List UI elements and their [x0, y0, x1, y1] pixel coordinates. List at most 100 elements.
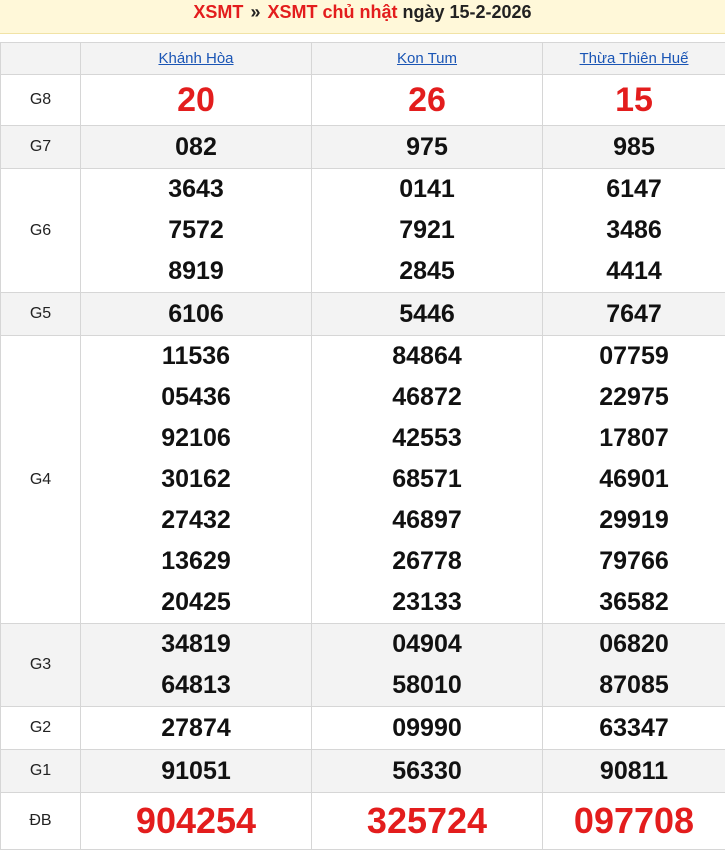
prize-number: 7572 [168, 216, 224, 244]
prize-number: 34819 [161, 630, 231, 658]
prize-number: 904254 [135, 800, 257, 841]
prize-cell: 63347 [542, 706, 725, 750]
prize-number: 06820 [599, 630, 669, 658]
prize-number: 4414 [606, 257, 662, 285]
prize-cell: 904254 [80, 792, 312, 850]
prize-cell: 06820 87085 [542, 623, 725, 707]
prize-cell: 34819 64813 [80, 623, 312, 707]
prize-number: 90811 [599, 756, 669, 785]
prize-row: G2 27874 09990 63347 [0, 706, 725, 750]
prize-number: 7921 [399, 216, 455, 244]
prize-number: 63347 [599, 713, 669, 742]
prize-cell: 7647 [542, 292, 725, 336]
prize-number: 92106 [161, 424, 231, 452]
prize-number: 325724 [366, 800, 488, 841]
prize-cell: 27874 [80, 706, 312, 750]
prize-number: 15 [615, 80, 653, 119]
prize-number: 84864 [392, 342, 462, 370]
prize-label: G4 [0, 335, 81, 624]
prize-number: 0141 [399, 175, 455, 203]
prize-number: 6106 [168, 299, 224, 328]
prize-label: G3 [0, 623, 81, 707]
prize-row: G8 20 26 15 [0, 74, 725, 126]
prize-number: 22975 [599, 383, 669, 411]
prize-rows: G8 20 26 15 G7 082 975 985 G6 3643 7572 8919 0141 792… [0, 74, 725, 850]
prize-cell: 04904 58010 [311, 623, 543, 707]
prize-label: G5 [0, 292, 81, 336]
prize-cell: 11536 05436 92106 30162 27432 13629 20425 [80, 335, 312, 624]
prize-row: G5 6106 5446 7647 [0, 292, 725, 336]
prize-cell: 26 [311, 74, 543, 126]
prize-number: 7647 [606, 299, 662, 328]
prize-number: 09990 [392, 713, 462, 742]
prize-number: 27874 [161, 713, 231, 742]
prize-cell: 325724 [311, 792, 543, 850]
prize-cell: 07759 22975 17807 46901 29919 79766 36582 [542, 335, 725, 624]
prize-number: 04904 [392, 630, 462, 658]
province-link-thua-thien-hue[interactable]: Thừa Thiên Huế [580, 50, 689, 67]
prize-number: 11536 [161, 342, 231, 370]
prize-number: 05436 [161, 383, 231, 411]
prize-label: G1 [0, 749, 81, 793]
prize-cell: 975 [311, 125, 543, 169]
prize-label: G7 [0, 125, 81, 169]
prize-number: 20 [177, 80, 215, 119]
prize-cell: 90811 [542, 749, 725, 793]
prize-number: 42553 [392, 424, 462, 452]
prize-label: G2 [0, 706, 81, 750]
prize-cell: 56330 [311, 749, 543, 793]
header-date-text: ngày 15-2-2026 [397, 2, 532, 22]
prize-number: 082 [175, 132, 217, 161]
prize-number: 91051 [161, 756, 231, 785]
prize-row: G1 91051 56330 90811 [0, 749, 725, 793]
prize-label: G8 [0, 74, 81, 126]
prize-cell: 15 [542, 74, 725, 126]
prize-cell: 082 [80, 125, 312, 169]
prize-number: 975 [406, 132, 448, 161]
prize-number: 56330 [392, 756, 462, 785]
xsmt-sunday-link[interactable]: XSMT chủ nhật [267, 2, 397, 22]
prize-number: 5446 [399, 299, 455, 328]
prize-number: 27432 [161, 506, 231, 534]
prize-cell: 09990 [311, 706, 543, 750]
prize-cell: 097708 [542, 792, 725, 850]
prize-row: G3 34819 64813 04904 58010 06820 87085 [0, 623, 725, 707]
prize-number: 07759 [599, 342, 669, 370]
prize-number: 58010 [392, 671, 462, 699]
prize-row: G6 3643 7572 8919 0141 7921 2845 6147 3486 4414 [0, 168, 725, 293]
prize-number: 26 [408, 80, 446, 119]
province-link-kon-tum[interactable]: Kon Tum [397, 50, 457, 67]
prize-number: 87085 [599, 671, 669, 699]
xsmt-link[interactable]: XSMT [193, 2, 243, 22]
prize-cell: 91051 [80, 749, 312, 793]
prize-number: 17807 [599, 424, 669, 452]
prize-row: G7 082 975 985 [0, 125, 725, 169]
results-table: Khánh Hòa Kon Tum Thừa Thiên Huế G8 20 26 1… [0, 42, 725, 850]
prize-number: 6147 [606, 175, 662, 203]
page-header: XSMT » XSMT chủ nhật ngày 15-2-2026 [0, 0, 725, 34]
prize-label: G6 [0, 168, 81, 293]
province-link-khanh-hoa[interactable]: Khánh Hòa [158, 50, 233, 67]
prize-number: 2845 [399, 257, 455, 285]
prize-number: 79766 [599, 547, 669, 575]
prize-number: 985 [613, 132, 655, 161]
prize-cell: 5446 [311, 292, 543, 336]
table-header-row: Khánh Hòa Kon Tum Thừa Thiên Huế [0, 42, 725, 75]
prize-number: 64813 [161, 671, 231, 699]
prize-row: G4 11536 05436 92106 30162 27432 13629 20425 848… [0, 335, 725, 624]
prize-number: 23133 [392, 588, 462, 616]
header-corner-cell [0, 42, 81, 75]
prize-cell: 0141 7921 2845 [311, 168, 543, 293]
prize-cell: 6147 3486 4414 [542, 168, 725, 293]
prize-number: 097708 [573, 800, 695, 841]
prize-row: ĐB 904254 325724 097708 [0, 792, 725, 850]
prize-cell: 3643 7572 8919 [80, 168, 312, 293]
prize-number: 46897 [392, 506, 462, 534]
prize-number: 46872 [392, 383, 462, 411]
breadcrumb-separator: » [250, 2, 261, 22]
province-header: Khánh Hòa [80, 42, 312, 75]
prize-number: 68571 [392, 465, 462, 493]
prize-number: 46901 [599, 465, 669, 493]
prize-label: ĐB [0, 792, 81, 850]
prize-cell: 84864 46872 42553 68571 46897 26778 23133 [311, 335, 543, 624]
